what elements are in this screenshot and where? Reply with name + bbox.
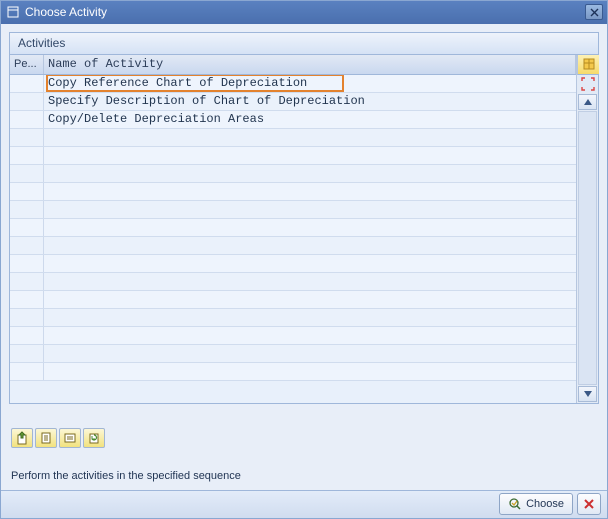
table-row[interactable]: [10, 273, 576, 291]
content-area: Activities Pe... Name of Activity Copy R…: [1, 24, 607, 490]
refresh-icon: [87, 431, 101, 445]
table-row[interactable]: [10, 291, 576, 309]
dialog-title: Choose Activity: [25, 5, 585, 19]
table-row[interactable]: [10, 363, 576, 381]
table-row[interactable]: [10, 327, 576, 345]
selection-marker-icon: [581, 77, 595, 91]
execute-icon: [15, 431, 29, 445]
table-row[interactable]: [10, 129, 576, 147]
panel-title: Activities: [10, 33, 598, 55]
table-settings-icon: [583, 58, 595, 70]
rows-viewport: Copy Reference Chart of Depreciation Spe…: [10, 75, 576, 403]
table-row[interactable]: [10, 219, 576, 237]
dialog-icon: [7, 6, 19, 18]
cell-performed: [10, 75, 44, 92]
table-row[interactable]: [10, 237, 576, 255]
table-header: Pe... Name of Activity: [10, 55, 576, 75]
table-row[interactable]: [10, 255, 576, 273]
activities-table: Pe... Name of Activity Copy Reference Ch…: [10, 55, 598, 403]
where-used-button[interactable]: [59, 428, 81, 448]
scroll-track[interactable]: [578, 111, 597, 385]
list-icon: [63, 431, 77, 445]
table-row[interactable]: Copy/Delete Depreciation Areas: [10, 111, 576, 129]
close-icon: [590, 8, 599, 17]
execute-activity-button[interactable]: [11, 428, 33, 448]
choose-button-label: Choose: [526, 498, 564, 510]
table-settings-button[interactable]: [577, 55, 599, 75]
table-row[interactable]: [10, 201, 576, 219]
activities-panel: Activities Pe... Name of Activity Copy R…: [9, 32, 599, 404]
column-name[interactable]: Name of Activity: [44, 55, 576, 74]
cell-performed: [10, 93, 44, 110]
side-column: [576, 55, 598, 403]
choose-button[interactable]: Choose: [499, 493, 573, 515]
instruction-text: Perform the activities in the specified …: [9, 470, 599, 482]
toolbar: [9, 428, 599, 448]
scroll-up-button[interactable]: [578, 94, 597, 110]
table-row[interactable]: [10, 165, 576, 183]
documentation-button[interactable]: [35, 428, 57, 448]
close-button[interactable]: [585, 4, 603, 20]
table-body: Pe... Name of Activity Copy Reference Ch…: [10, 55, 576, 403]
title-bar: Choose Activity: [1, 1, 607, 24]
cancel-icon: [583, 498, 595, 510]
cell-name: Copy Reference Chart of Depreciation: [44, 75, 576, 92]
cancel-button[interactable]: [577, 493, 601, 515]
table-row[interactable]: [10, 345, 576, 363]
cell-name: Copy/Delete Depreciation Areas: [44, 111, 576, 128]
table-row[interactable]: Specify Description of Chart of Deprecia…: [10, 93, 576, 111]
chevron-up-icon: [584, 99, 592, 105]
document-icon: [39, 431, 53, 445]
dialog-footer: Choose: [1, 490, 607, 518]
choose-activity-dialog: Choose Activity Activities Pe... Name of…: [0, 0, 608, 519]
cell-name: Specify Description of Chart of Deprecia…: [44, 93, 576, 110]
column-performed[interactable]: Pe...: [10, 55, 44, 74]
activity-label: Copy Reference Chart of Depreciation: [48, 76, 307, 90]
table-row[interactable]: [10, 147, 576, 165]
table-row[interactable]: [10, 183, 576, 201]
row-selection-indicator: [577, 75, 598, 93]
chevron-down-icon: [584, 391, 592, 397]
table-row[interactable]: Copy Reference Chart of Depreciation: [10, 75, 576, 93]
change-log-button[interactable]: [83, 428, 105, 448]
cell-performed: [10, 111, 44, 128]
table-row[interactable]: [10, 309, 576, 327]
scroll-down-button[interactable]: [578, 386, 597, 402]
magnifier-check-icon: [508, 497, 522, 511]
